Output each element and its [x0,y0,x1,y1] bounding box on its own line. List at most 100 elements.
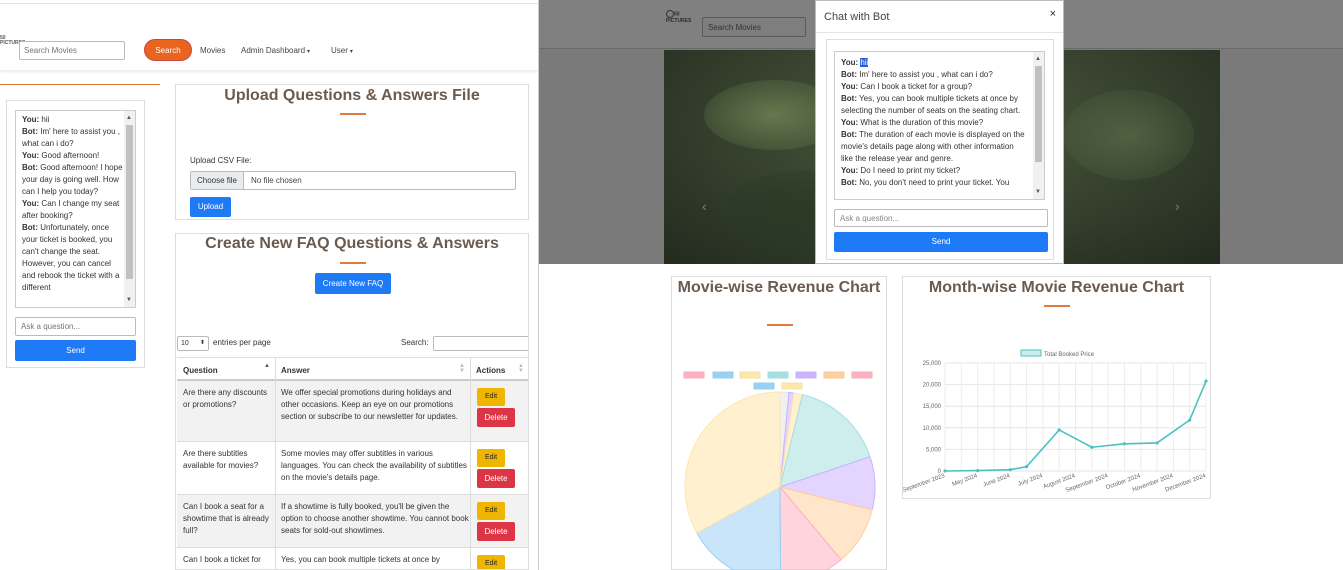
chat-send-button[interactable]: Send [834,232,1048,252]
create-faq-button[interactable]: Create New FAQ [315,273,391,294]
chat-message: You: hii [22,115,50,124]
question-cell: Are there subtitles available for movies… [183,449,259,470]
table-search-input[interactable] [433,336,528,351]
entries-select[interactable]: 10 ⬍ [177,336,209,351]
upload-card: Upload Questions & Answers File Upload C… [175,84,529,220]
x-tick-label: July 2024 [1017,473,1044,488]
data-point[interactable] [976,468,980,473]
question-cell: Can I book a ticket for [183,555,261,564]
data-point[interactable] [1024,465,1029,469]
delete-button[interactable]: Delete [477,522,515,541]
line-chart[interactable]: Total Booked Price05,00010,00015,00020,0… [903,277,1212,500]
edit-button[interactable]: Edit [477,555,505,569]
carousel-next-icon[interactable]: › [1175,198,1180,214]
chat-scrollbar[interactable]: ▲ ▼ [124,111,135,307]
legend-swatch[interactable] [753,382,775,390]
chat-widget: You: hii Bot: Im' here to assist you , w… [6,100,145,368]
data-point[interactable] [1008,468,1012,472]
legend-swatch[interactable] [795,371,817,379]
delete-button[interactable]: Delete [477,408,515,427]
legend-swatch[interactable] [739,371,761,379]
nav-dropdown-user[interactable]: User ▾ [331,46,353,55]
edit-button[interactable]: Edit [477,388,505,406]
data-point[interactable] [1057,428,1061,432]
chat-scrollbar[interactable]: ▲ ▼ [1033,52,1044,199]
column-header-answer[interactable]: Answer ▲ ▼ [275,357,470,381]
search-input: Search Movies [702,17,806,37]
faq-card: Create New FAQ Questions & Answers Creat… [175,233,529,570]
admin-window: 50 PICTURES Search Movies Admin Dashboar… [0,0,538,570]
answer-cell: Some movies may offer subtitles in vario… [281,449,467,482]
nav-link-movies[interactable]: Movies [200,46,225,55]
user-window: 50 PICTURES Search Movies ‹ › Chat with … [538,0,1343,570]
column-header-question[interactable]: Question ▲ [177,357,275,381]
table-row: Are there subtitles available for movies… [177,442,528,495]
carousel-prev-icon[interactable]: ‹ [702,198,707,214]
file-status: No file chosen [251,176,302,185]
modal-backdrop[interactable]: 50 PICTURES Search Movies ‹ › Chat with … [539,0,1343,264]
scroll-thumb[interactable] [126,125,133,279]
data-point[interactable] [943,469,947,473]
choose-file-button[interactable]: Choose file [191,172,244,189]
logo[interactable]: 50 PICTURES [0,36,25,50]
data-point[interactable] [1155,441,1159,445]
logo: 50 PICTURES [666,10,692,24]
answer-cell: We offer special promotions during holid… [281,388,458,421]
table-row: Can I book a ticket for Yes, you can boo… [177,548,528,569]
legend-swatch[interactable] [712,371,734,379]
close-icon[interactable]: × [1050,8,1056,20]
chat-message: You: Do I need to print my ticket? [841,166,961,175]
selected-text: hii [860,58,869,67]
sort-icon: ▲ ▼ [459,363,465,374]
edit-button[interactable]: Edit [477,502,505,520]
scroll-up-icon[interactable]: ▲ [126,112,132,124]
pie-chart[interactable] [672,277,888,570]
chat-question-input[interactable] [15,317,136,336]
y-tick-label: 20,000 [923,383,942,389]
x-tick-label: June 2024 [983,473,1012,488]
chat-question-input[interactable]: Ask a question... [834,209,1048,227]
chat-log[interactable]: You: hii Bot: Im' here to assist you , w… [15,110,136,308]
question-cell: Can I book a seat for a showtime that is… [183,502,269,535]
csv-file-input[interactable]: Choose file No file chosen [190,171,516,190]
scroll-up-icon[interactable]: ▲ [1035,53,1041,65]
column-header-actions[interactable]: Actions ▲ ▼ [470,357,528,381]
legend-swatch[interactable] [1020,349,1042,357]
data-point[interactable] [1204,379,1208,383]
navbar: 50 PICTURES Search Movies Admin Dashboar… [0,4,538,70]
data-point[interactable] [1188,418,1192,422]
chat-message: You: Can I change my seat after booking? [22,199,120,220]
chat-log[interactable]: You: hii Bot: Im' here to assist you , w… [834,51,1045,200]
chat-message: Bot: No, you don't need to print your ti… [841,178,1010,187]
upload-title: Upload Questions & Answers File [224,87,480,104]
legend-swatch[interactable] [767,371,789,379]
chat-send-button[interactable]: Send [15,340,136,361]
scroll-down-icon[interactable]: ▼ [126,294,132,306]
caret-down-icon: ▾ [307,49,311,55]
x-tick-label: May 2024 [951,473,978,488]
data-point[interactable] [1122,442,1127,446]
monthly-revenue-chart-card: Month-wise Movie Revenue Chart Total Boo… [902,276,1211,499]
x-tick-label: September 2023 [903,473,946,494]
search-input[interactable] [19,41,125,60]
table-search-label: Search: [401,338,429,347]
legend-swatch[interactable] [683,371,705,379]
legend-swatch[interactable] [781,382,803,390]
legend-swatch[interactable] [823,371,845,379]
scroll-down-icon[interactable]: ▼ [1035,186,1041,198]
nav-link-label: Admin Dashboard [241,46,306,55]
search-button[interactable]: Search [144,39,192,61]
y-tick-label: 5,000 [926,447,942,453]
carousel-image-detail [1064,90,1194,180]
legend-label: Total Booked Price [1044,352,1095,358]
scroll-thumb[interactable] [1035,66,1042,162]
chat-message: You: What is the duration of this movie? [841,118,984,127]
title-underline [340,113,366,115]
nav-dropdown-admin-dashboard[interactable]: Admin Dashboard ▾ [241,46,310,55]
edit-button[interactable]: Edit [477,449,505,467]
delete-button[interactable]: Delete [477,469,515,488]
legend-swatch[interactable] [851,371,873,379]
modal-body: You: hii Bot: Im' here to assist you , w… [826,39,1054,260]
data-point[interactable] [1090,445,1094,449]
upload-button[interactable]: Upload [190,197,231,217]
